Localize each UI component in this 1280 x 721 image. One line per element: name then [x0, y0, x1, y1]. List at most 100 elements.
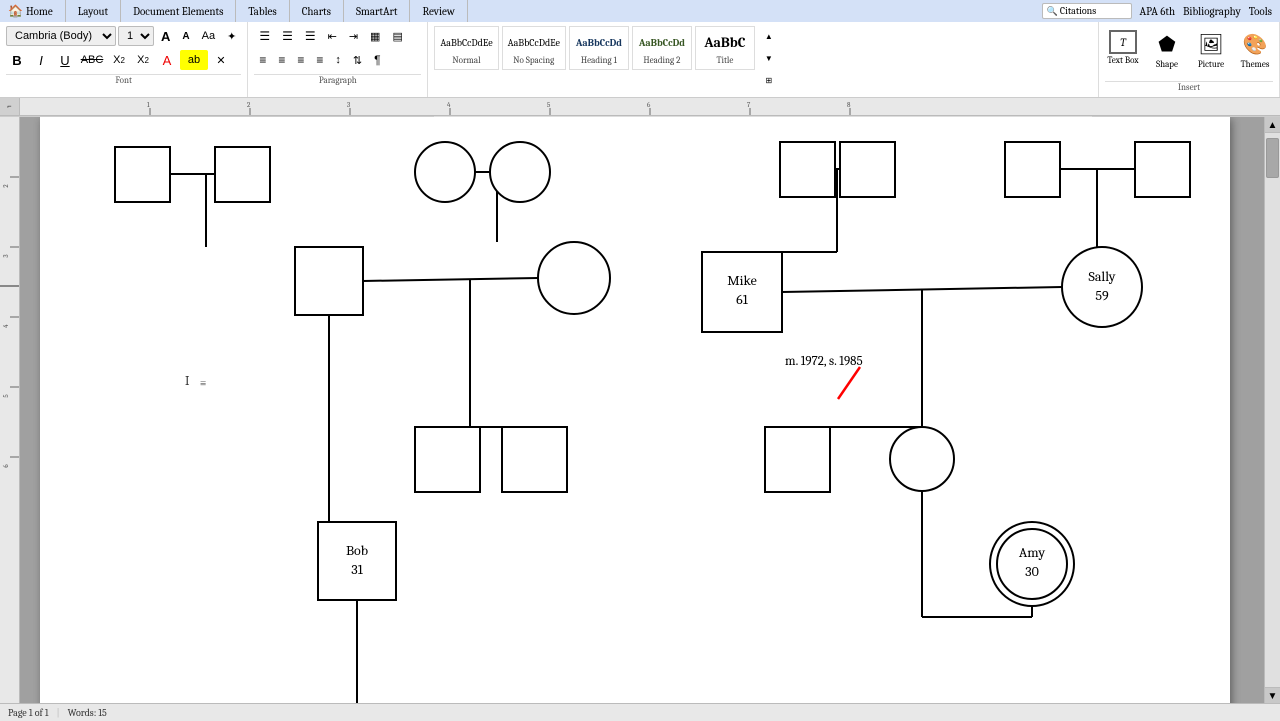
shape-gen3-right1	[765, 427, 830, 492]
document-canvas: m. 1972, s. 1985 I ≡	[20, 117, 1264, 703]
shape-icon: ⬟	[1153, 30, 1181, 58]
tab-home[interactable]: 🏠 Home	[0, 0, 66, 22]
search-icon: 🔍	[1047, 7, 1058, 17]
textbox-icon: T	[1109, 30, 1137, 54]
font-shrink-btn[interactable]: A	[177, 26, 194, 46]
shape-sq6	[1135, 142, 1190, 197]
styles-scroll-down-btn[interactable]: ▼	[760, 48, 778, 68]
numbering-btn[interactable]: ☰	[277, 26, 298, 46]
paragraph-section: ☰ ☰ ☰ ⇤ ⇥ ▦ ▤ ≡ ≡ ≡ ≡ ↕ ⇅ ¶ Paragraph	[248, 22, 428, 97]
vertical-scrollbar[interactable]: ▲ ▼	[1264, 117, 1280, 703]
align-right-btn[interactable]: ≡	[292, 50, 309, 70]
cursor-line-indicator	[0, 285, 19, 287]
font-color-btn[interactable]: A	[156, 50, 178, 70]
shape-gen2-left	[295, 247, 363, 315]
svg-text:8: 8	[847, 101, 851, 109]
shape-ci2	[490, 142, 550, 202]
font-size-select[interactable]: 12	[118, 26, 154, 46]
font-grow-btn[interactable]: A	[156, 26, 175, 46]
shape-ci-gen3-right1	[890, 427, 954, 491]
tab-layout[interactable]: Layout	[66, 0, 121, 22]
marriage-label: m. 1972, s. 1985	[785, 354, 863, 369]
tab-tables[interactable]: Tables	[236, 0, 289, 22]
shape-sq5	[1005, 142, 1060, 197]
insert-themes-btn[interactable]: 🎨 Themes	[1237, 30, 1273, 70]
mike-name: Mike	[727, 272, 757, 289]
align-center-btn[interactable]: ≡	[273, 50, 290, 70]
svg-text:5: 5	[2, 394, 10, 398]
decrease-indent-btn[interactable]: ⇤	[323, 26, 342, 46]
bibliography-btn[interactable]: Bibliography	[1183, 5, 1241, 18]
ruler-svg: 1 2 3 4 5 6 7 8	[20, 98, 1280, 115]
superscript-btn[interactable]: X2	[132, 50, 154, 70]
tab-smartart[interactable]: SmartArt	[344, 0, 411, 22]
svg-text:4: 4	[447, 101, 451, 109]
shape-sq2	[215, 147, 270, 202]
shape-ci1	[415, 142, 475, 202]
underline-btn[interactable]: U	[54, 50, 76, 70]
sort-btn[interactable]: ⇅	[348, 50, 367, 70]
sally-age: 59	[1095, 287, 1109, 304]
insert-picture-btn[interactable]: 🖼 Picture	[1193, 30, 1229, 70]
change-case-btn[interactable]: Aa	[197, 26, 220, 46]
tab-review[interactable]: Review	[410, 0, 467, 22]
styles-preview: AaBbCcDdEe Normal AaBbCcDdEe No Spacing …	[434, 26, 778, 90]
justify-btn[interactable]: ≡	[311, 50, 328, 70]
font-section: Cambria (Body) 12 A A Aa ✦ B I U ABC X2 …	[0, 22, 248, 97]
styles-scroll-up-btn[interactable]: ▲	[760, 26, 778, 46]
font-family-select[interactable]: Cambria (Body)	[6, 26, 116, 46]
strikethrough-btn[interactable]: ABC	[78, 50, 106, 70]
show-all-btn[interactable]: ¶	[369, 50, 385, 70]
genogram-svg: m. 1972, s. 1985 I ≡	[40, 117, 1230, 703]
borders-btn[interactable]: ▦	[365, 26, 385, 46]
amy-age: 30	[1025, 563, 1039, 580]
horizontal-ruler: ⌐ 1 2 3 4 5 6 7 8	[0, 98, 1280, 116]
styles-expand-btn[interactable]: ⊞	[760, 70, 778, 90]
scroll-up-btn[interactable]: ▲	[1265, 117, 1280, 133]
shape-child2	[502, 427, 567, 492]
bullets-btn[interactable]: ☰	[254, 26, 275, 46]
increase-indent-btn[interactable]: ⇥	[344, 26, 363, 46]
svg-text:6: 6	[2, 464, 10, 468]
search-citations-input[interactable]: 🔍 Citations	[1042, 3, 1132, 19]
style-heading1[interactable]: AaBbCcDd Heading 1	[569, 26, 629, 70]
highlight-btn[interactable]: ab	[180, 50, 208, 70]
home-icon: 🏠	[8, 4, 23, 18]
tools-btn[interactable]: Tools	[1249, 5, 1272, 18]
shape-ci-gen2-left	[538, 242, 610, 314]
ruler-corner[interactable]: ⌐	[7, 102, 11, 111]
italic-btn[interactable]: I	[30, 50, 52, 70]
multilevel-list-btn[interactable]: ☰	[300, 26, 321, 46]
ribbon: 🏠 Home Layout Document Elements Tables C…	[0, 0, 1280, 117]
svg-text:5: 5	[547, 101, 551, 109]
line-spacing-btn[interactable]: ↕	[330, 50, 346, 70]
scroll-thumb[interactable]	[1266, 138, 1279, 178]
bold-btn[interactable]: B	[6, 50, 28, 70]
bob-age: 31	[351, 561, 363, 578]
insert-textbox-btn[interactable]: T Text Box	[1105, 30, 1141, 66]
style-heading2[interactable]: AaBbCcDd Heading 2	[632, 26, 692, 70]
svg-text:6: 6	[647, 101, 651, 109]
svg-text:3: 3	[347, 101, 350, 109]
tab-charts[interactable]: Charts	[290, 0, 344, 22]
shading-btn[interactable]: ▤	[387, 26, 407, 46]
style-no-spacing[interactable]: AaBbCcDdEe No Spacing	[502, 26, 566, 70]
style-normal[interactable]: AaBbCcDdEe Normal	[434, 26, 498, 70]
tab-document-elements[interactable]: Document Elements	[121, 0, 236, 22]
scroll-down-btn[interactable]: ▼	[1265, 687, 1280, 703]
ribbon-tab-bar: 🏠 Home Layout Document Elements Tables C…	[0, 0, 1280, 22]
clear-format-btn[interactable]: ✦	[222, 26, 241, 46]
insert-shape-btn[interactable]: ⬟ Shape	[1149, 30, 1185, 70]
format-label: APA 6th	[1140, 5, 1176, 18]
shape-sq1	[115, 147, 170, 202]
clear-all-btn[interactable]: ✕	[210, 50, 232, 70]
shape-sq4	[840, 142, 895, 197]
subscript-btn[interactable]: X2	[108, 50, 130, 70]
word-count: Words: 15	[68, 707, 107, 719]
svg-text:1: 1	[147, 101, 150, 109]
style-title[interactable]: AaBbC Title	[695, 26, 755, 70]
page-count: Page 1 of 1	[8, 707, 49, 719]
styles-section: AaBbCcDdEe Normal AaBbCcDdEe No Spacing …	[428, 22, 1099, 97]
amy-name: Amy	[1019, 544, 1045, 561]
align-left-btn[interactable]: ≡	[254, 50, 271, 70]
